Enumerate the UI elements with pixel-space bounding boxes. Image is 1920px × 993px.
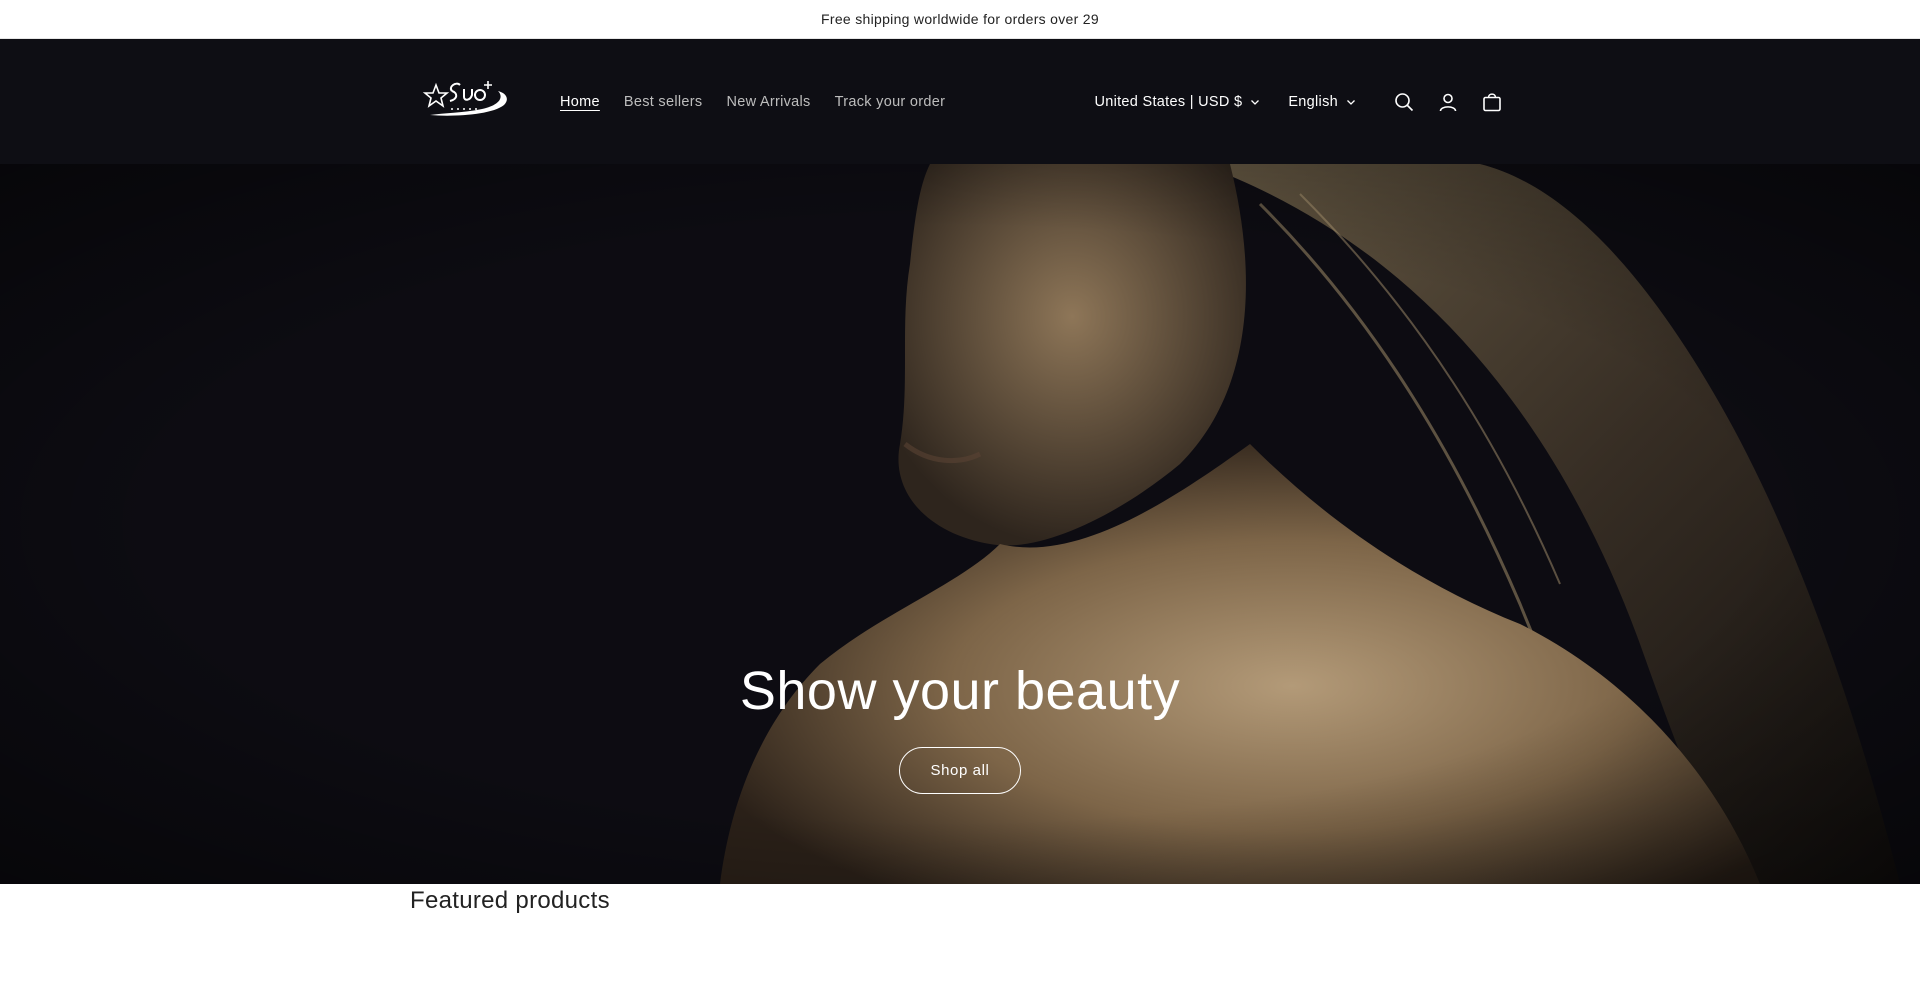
- announcement-text: Free shipping worldwide for orders over …: [821, 11, 1099, 27]
- featured-products-title: Featured products: [410, 887, 610, 914]
- cart-icon: [1483, 92, 1501, 111]
- hero-banner: Show your beauty Shop all: [0, 164, 1920, 884]
- featured-products-section: Featured products: [410, 884, 1510, 993]
- account-button[interactable]: [1430, 80, 1466, 124]
- nav-best-sellers[interactable]: Best sellers: [624, 94, 703, 110]
- logo-link[interactable]: [422, 71, 512, 121]
- cart-button[interactable]: [1474, 80, 1510, 124]
- nav-new-arrivals[interactable]: New Arrivals: [726, 94, 810, 110]
- hero-content: Show your beauty Shop all: [0, 164, 1920, 884]
- account-icon: [1439, 93, 1457, 111]
- nav-home[interactable]: Home: [560, 94, 600, 110]
- main-nav: Home Best sellers New Arrivals Track you…: [560, 39, 945, 164]
- announcement-bar: Free shipping worldwide for orders over …: [0, 0, 1920, 39]
- chevron-down-icon: [1347, 99, 1355, 105]
- country-selector-label: United States | USD $: [1094, 93, 1243, 110]
- shop-all-button[interactable]: Shop all: [899, 747, 1021, 794]
- header-inner: Home Best sellers New Arrivals Track you…: [410, 39, 1510, 164]
- hero-title: Show your beauty: [739, 661, 1181, 721]
- nav-track-order[interactable]: Track your order: [835, 94, 946, 110]
- search-button[interactable]: [1386, 80, 1422, 124]
- search-icon: [1395, 92, 1414, 111]
- header-tools: United States | USD $ English: [1094, 39, 1510, 164]
- site-header: Home Best sellers New Arrivals Track you…: [0, 39, 1920, 164]
- language-selector[interactable]: English: [1288, 94, 1356, 110]
- suo-star-logo-icon: [422, 81, 507, 116]
- country-selector[interactable]: United States | USD $: [1094, 94, 1260, 110]
- language-selector-label: English: [1288, 93, 1338, 110]
- chevron-down-icon: [1251, 99, 1260, 105]
